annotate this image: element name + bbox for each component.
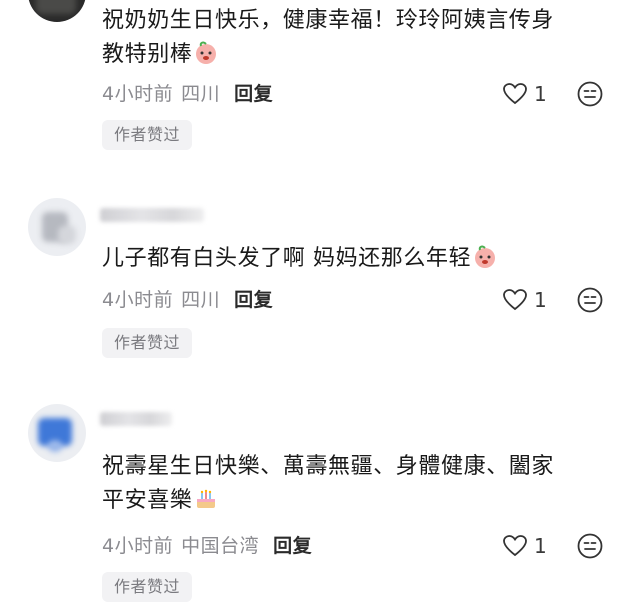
like-button[interactable]: 1 <box>502 286 547 314</box>
peach-face-emoji-icon <box>475 245 496 268</box>
comment-item: 祝壽星生日快樂、萬壽無疆、身體健康、闔家 平安喜樂 4小时前 中国台湾 回复 1 作… <box>0 404 640 612</box>
comment-time: 4小时前 <box>102 535 174 557</box>
avatar[interactable] <box>28 0 86 22</box>
author-liked-badge: 作者赞过 <box>102 572 193 602</box>
comment-text-line: 教特别棒 <box>102 42 193 67</box>
like-count: 1 <box>534 288 547 312</box>
comment-text-line: 祝壽星生日快樂、萬壽無疆、身體健康、闔家 <box>102 454 555 479</box>
peach-face-emoji-icon <box>196 41 217 64</box>
reply-button[interactable]: 回复 <box>234 289 273 311</box>
like-count: 1 <box>534 534 547 558</box>
comment-meta: 4小时前 中国台湾 回复 <box>102 532 312 560</box>
comment-text-line: 平安喜樂 <box>102 488 193 513</box>
username-blurred[interactable] <box>100 412 172 426</box>
comment-item: 祝奶奶生日快乐，健康幸福！玲玲阿姨言传身 教特别棒 4小时前 四川 回复 1 作者赞… <box>0 0 640 170</box>
emoji-reaction-icon[interactable] <box>576 532 604 560</box>
reply-button[interactable]: 回复 <box>273 535 312 557</box>
like-count: 1 <box>534 82 547 106</box>
comment-text-line: 儿子都有白头发了啊 妈妈还那么年轻 <box>102 246 472 271</box>
comment-time: 4小时前 <box>102 289 174 311</box>
comment-text-line: 祝奶奶生日快乐，健康幸福！玲玲阿姨言传身 <box>102 8 555 33</box>
comment-time: 4小时前 <box>102 83 174 105</box>
emoji-reaction-icon[interactable] <box>576 80 604 108</box>
comment-item: 儿子都有白头发了啊 妈妈还那么年轻 4小时前 四川 回复 1 作者赞过 <box>0 198 640 368</box>
heart-icon <box>503 289 527 311</box>
like-button[interactable]: 1 <box>502 80 547 108</box>
author-liked-badge: 作者赞过 <box>102 120 193 150</box>
comment-text: 儿子都有白头发了啊 妈妈还那么年轻 <box>102 242 612 276</box>
avatar[interactable] <box>28 198 86 256</box>
heart-icon <box>503 535 527 557</box>
comment-text: 祝奶奶生日快乐，健康幸福！玲玲阿姨言传身 教特别棒 <box>102 4 612 72</box>
avatar[interactable] <box>28 404 86 462</box>
emoji-reaction-icon[interactable] <box>576 286 604 314</box>
reply-button[interactable]: 回复 <box>234 83 273 105</box>
username-blurred[interactable] <box>100 208 204 222</box>
comment-location: 四川 <box>181 83 221 105</box>
birthday-cake-emoji-icon <box>197 489 216 508</box>
comment-location: 四川 <box>181 289 221 311</box>
like-button[interactable]: 1 <box>502 532 547 560</box>
heart-icon <box>503 83 527 105</box>
comment-meta: 4小时前 四川 回复 <box>102 286 273 314</box>
comment-location: 中国台湾 <box>181 535 260 557</box>
comment-meta: 4小时前 四川 回复 <box>102 80 273 108</box>
comment-text: 祝壽星生日快樂、萬壽無疆、身體健康、闔家 平安喜樂 <box>102 450 612 518</box>
author-liked-badge: 作者赞过 <box>102 328 193 358</box>
